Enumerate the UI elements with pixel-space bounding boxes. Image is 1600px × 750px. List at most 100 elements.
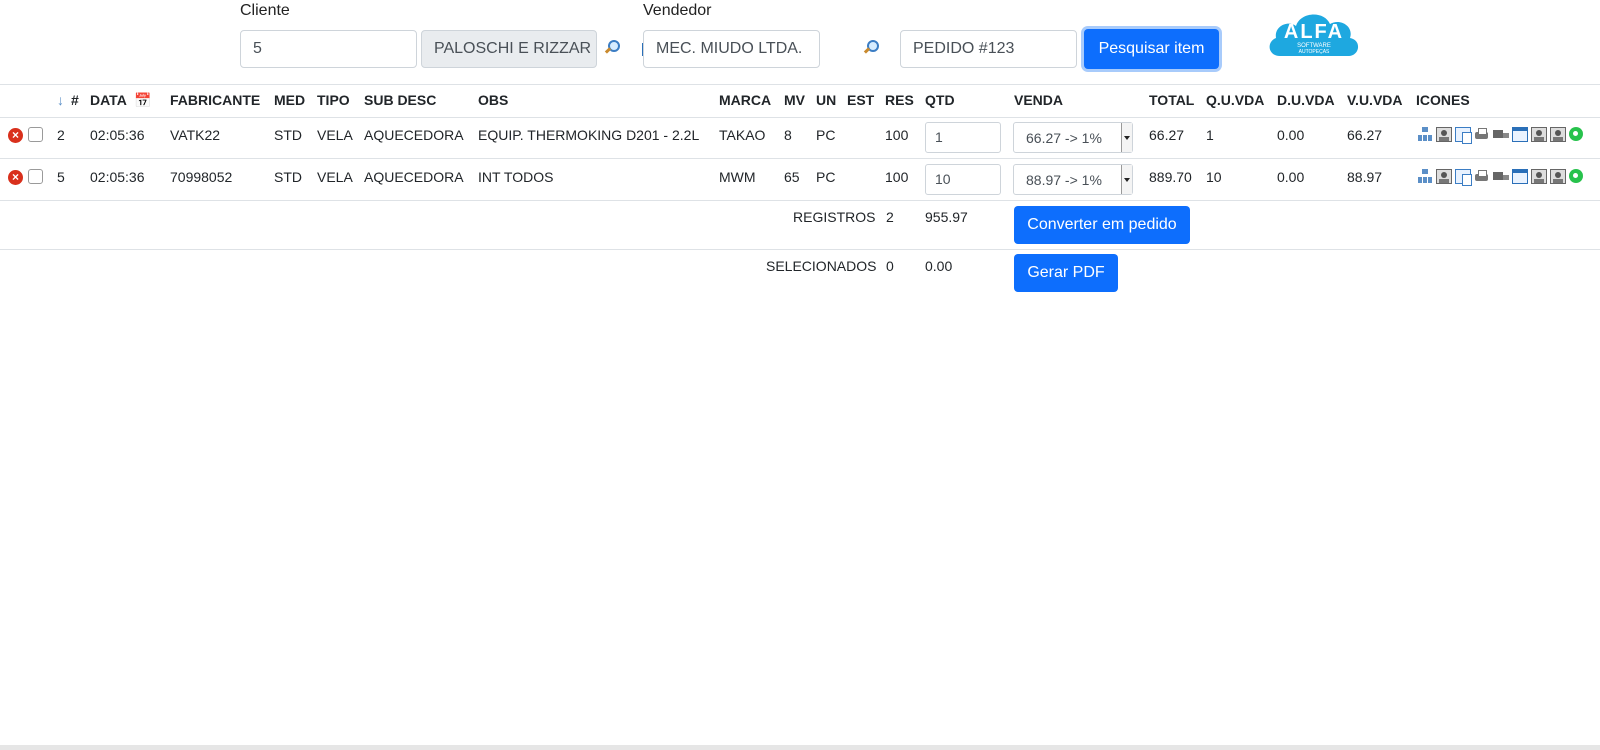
venda-select-value: 66.27 -> 1%	[1026, 130, 1102, 146]
header-venda[interactable]: VENDA	[1014, 92, 1063, 108]
window-icon[interactable]	[1512, 127, 1528, 142]
cell-med: STD	[274, 169, 302, 185]
header-qtd[interactable]: QTD	[925, 92, 955, 108]
selecionados-label: SELECIONADOS	[766, 258, 877, 274]
search-vendedor-icon[interactable]	[863, 39, 879, 55]
venda-select[interactable]: 66.27 -> 1%	[1013, 122, 1133, 153]
cell-med: STD	[274, 127, 302, 143]
vendedor-label: Vendedor	[643, 2, 712, 19]
cell-quvda: 10	[1206, 169, 1222, 185]
cell-mv: 8	[784, 127, 792, 143]
whatsapp-icon[interactable]	[1569, 169, 1583, 183]
copy-icon[interactable]	[1455, 169, 1472, 186]
header-un[interactable]: UN	[816, 92, 836, 108]
cell-obs: INT TODOS	[478, 169, 554, 185]
cell-tipo: VELA	[317, 127, 353, 143]
venda-select-value: 88.97 -> 1%	[1026, 172, 1102, 188]
row-checkbox[interactable]	[28, 169, 43, 184]
photo-icon[interactable]	[1531, 127, 1547, 142]
row-icons	[1417, 169, 1583, 186]
vendedor-input[interactable]: MEC. MIUDO LTDA.	[643, 30, 820, 68]
print-icon[interactable]	[1474, 169, 1490, 184]
cell-res: 100	[885, 169, 909, 185]
header-tipo[interactable]: TIPO	[317, 92, 350, 108]
registros-count: 2	[886, 209, 894, 225]
header-vuvda[interactable]: V.U.VDA	[1347, 92, 1403, 108]
print-icon[interactable]	[1474, 127, 1490, 142]
header-obs[interactable]: OBS	[478, 92, 508, 108]
qty-input[interactable]: 10	[925, 164, 1001, 195]
sort-arrow-icon[interactable]: ↓	[57, 92, 64, 108]
row-checkbox[interactable]	[28, 127, 43, 142]
truck-icon[interactable]	[1493, 169, 1509, 184]
header-med[interactable]: MED	[274, 92, 305, 108]
header-total[interactable]: TOTAL	[1149, 92, 1194, 108]
cell-res: 100	[885, 127, 909, 143]
cell-marca: TAKAO	[719, 127, 766, 143]
photo-icon[interactable]	[1550, 127, 1566, 142]
cliente-name-field: PALOSCHI E RIZZAR	[421, 30, 597, 68]
structure-icon[interactable]	[1417, 169, 1433, 184]
registros-label: REGISTROS	[793, 209, 876, 225]
delete-row-icon[interactable]: ×	[8, 128, 23, 143]
cell-mv: 65	[784, 169, 800, 185]
header-subdesc[interactable]: SUB DESC	[364, 92, 436, 108]
structure-icon[interactable]	[1417, 127, 1433, 142]
search-cliente-icon[interactable]	[604, 39, 620, 55]
pesquisar-item-button[interactable]: Pesquisar item	[1084, 29, 1219, 69]
header-marca[interactable]: MARCA	[719, 92, 771, 108]
copy-icon[interactable]	[1455, 127, 1472, 144]
header-data[interactable]: DATA	[90, 92, 127, 108]
calendar-icon[interactable]: 📅	[134, 92, 151, 109]
window-icon[interactable]	[1512, 169, 1528, 184]
cell-obs: EQUIP. THERMOKING D201 - 2.2L	[478, 127, 700, 143]
cliente-label: Cliente	[240, 2, 290, 19]
selecionados-count: 0	[886, 258, 894, 274]
header-res[interactable]: RES	[885, 92, 914, 108]
cell-un: PC	[816, 169, 836, 185]
venda-select[interactable]: 88.97 -> 1%	[1013, 164, 1133, 195]
header-fabricante[interactable]: FABRICANTE	[170, 92, 260, 108]
cell-total: 889.70	[1149, 169, 1192, 185]
svg-text:AUTOPEÇAS: AUTOPEÇAS	[1299, 49, 1330, 55]
photo-icon[interactable]	[1550, 169, 1566, 184]
header-mv[interactable]: MV	[784, 92, 805, 108]
qty-input[interactable]: 1	[925, 122, 1001, 153]
cell-num: 5	[57, 169, 65, 185]
table-row: × 5 02:05:36 70998052 STD VELA AQUECEDOR…	[0, 159, 1600, 201]
cell-duvda: 0.00	[1277, 127, 1305, 143]
svg-text:ALFA: ALFA	[1284, 21, 1344, 43]
header-duvda[interactable]: D.U.VDA	[1277, 92, 1335, 108]
truck-icon[interactable]	[1493, 127, 1509, 142]
cell-subdesc: AQUECEDORA	[364, 127, 464, 143]
cliente-code-input[interactable]: 5	[240, 30, 417, 68]
alfa-logo: ALFA SOFTWARE AUTOPEÇAS	[1266, 8, 1362, 60]
cell-subdesc: AQUECEDORA	[364, 169, 464, 185]
chevron-down-icon[interactable]	[1121, 123, 1132, 152]
gerar-pdf-button[interactable]: Gerar PDF	[1014, 254, 1118, 292]
cell-quvda: 1	[1206, 127, 1214, 143]
photo-icon[interactable]	[1436, 127, 1452, 142]
cell-total: 66.27	[1149, 127, 1185, 143]
pedido-input[interactable]: PEDIDO #123	[900, 30, 1077, 68]
cell-data: 02:05:36	[90, 127, 145, 143]
cell-duvda: 0.00	[1277, 169, 1305, 185]
cell-data: 02:05:36	[90, 169, 145, 185]
cell-fabricante: VATK22	[170, 127, 221, 143]
converter-pedido-button[interactable]: Converter em pedido	[1014, 206, 1190, 244]
header-num[interactable]: #	[71, 92, 79, 108]
chevron-down-icon[interactable]	[1121, 165, 1132, 194]
photo-icon[interactable]	[1436, 169, 1452, 184]
table-row: × 2 02:05:36 VATK22 STD VELA AQUECEDORA …	[0, 117, 1600, 159]
delete-row-icon[interactable]: ×	[8, 170, 23, 185]
cell-fabricante: 70998052	[170, 169, 233, 185]
horizontal-scrollbar[interactable]	[0, 745, 1600, 750]
cell-tipo: VELA	[317, 169, 353, 185]
header-est[interactable]: EST	[847, 92, 874, 108]
header-quvda[interactable]: Q.U.VDA	[1206, 92, 1264, 108]
table-header: ↓ # DATA 📅 FABRICANTE MED TIPO SUB DESC …	[0, 84, 1600, 118]
whatsapp-icon[interactable]	[1569, 127, 1583, 141]
photo-icon[interactable]	[1531, 169, 1547, 184]
registros-total: 955.97	[925, 209, 968, 225]
cell-marca: MWM	[719, 169, 756, 185]
